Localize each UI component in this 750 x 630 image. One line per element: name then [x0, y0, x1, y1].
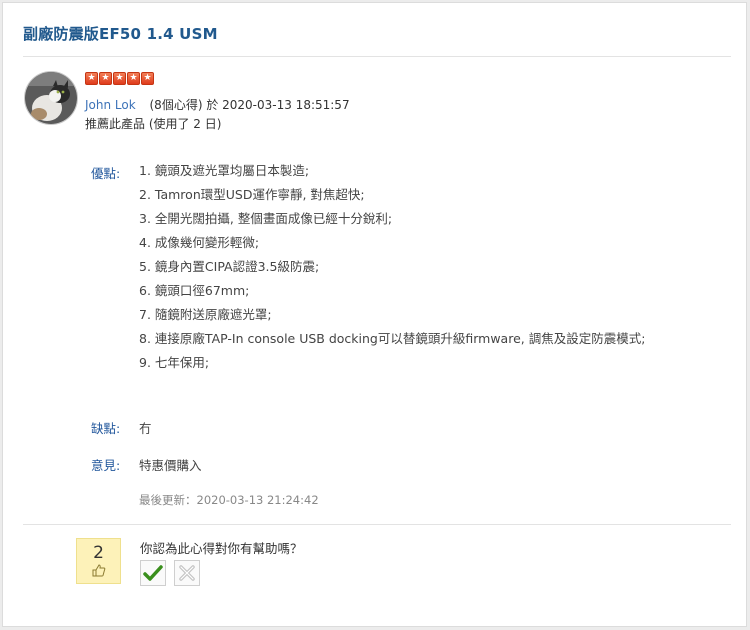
pros-item: 8. 連接原廠TAP-In console USB docking可以替鏡頭升級…	[139, 331, 646, 346]
pros-item: 4. 成像幾何變形輕微;	[139, 235, 260, 250]
pros-label: 優點:	[91, 166, 121, 181]
divider	[23, 524, 731, 525]
cross-icon	[179, 565, 195, 581]
last-updated: 最後更新：2020-03-13 21:24:42	[139, 493, 319, 507]
helpful-count: 2	[93, 543, 104, 563]
star-icon: ★	[99, 72, 112, 85]
checkmark-icon	[143, 565, 163, 581]
review-meta: John Lok (8個心得) 於 2020-03-13 18:51:57	[85, 96, 350, 113]
star-icon: ★	[113, 72, 126, 85]
avatar[interactable]	[24, 71, 78, 125]
divider	[23, 56, 731, 57]
star-icon: ★	[141, 72, 154, 85]
author-link[interactable]: John Lok	[85, 98, 136, 112]
opinion-label: 意見:	[91, 458, 121, 473]
pros-item: 7. 隨鏡附送原廠遮光罩;	[139, 307, 272, 322]
rating-stars: ★ ★ ★ ★ ★	[85, 72, 154, 85]
recommend-text: 推薦此產品 (使用了 2 日)	[85, 117, 222, 131]
helpful-yes-button[interactable]	[140, 560, 166, 586]
pros-item: 5. 鏡身內置CIPA認證3.5級防震;	[139, 259, 320, 274]
star-icon: ★	[85, 72, 98, 85]
helpful-no-button[interactable]	[174, 560, 200, 586]
helpful-count-box: 2	[76, 538, 121, 584]
review-card: 副廠防震版EF50 1.4 USM ★ ★ ★ ★ ★ John Lok (8個心得) …	[2, 2, 747, 627]
pros-item: 9. 七年保用;	[139, 355, 210, 370]
pros-item: 6. 鏡頭口徑67mm;	[139, 283, 250, 298]
pros-list: 1. 鏡頭及遮光罩均屬日本製造; 2. Tamron環型USD運作寧靜, 對焦超快…	[139, 159, 659, 375]
thumbs-up-icon	[92, 564, 105, 577]
review-title[interactable]: 副廠防震版EF50 1.4 USM	[23, 23, 218, 44]
post-info: (8個心得) 於 2020-03-13 18:51:57	[149, 98, 350, 112]
helpful-question: 你認為此心得對你有幫助嗎？	[140, 541, 303, 556]
cons-label: 缺點:	[91, 421, 121, 436]
pros-item: 2. Tamron環型USD運作寧靜, 對焦超快;	[139, 187, 365, 202]
opinion-text: 特惠價購入	[139, 458, 202, 473]
cons-text: 冇	[139, 421, 152, 436]
pros-item: 1. 鏡頭及遮光罩均屬日本製造;	[139, 163, 310, 178]
pros-item: 3. 全開光闊拍攝, 整個畫面成像已經十分銳利;	[139, 211, 393, 226]
star-icon: ★	[127, 72, 140, 85]
